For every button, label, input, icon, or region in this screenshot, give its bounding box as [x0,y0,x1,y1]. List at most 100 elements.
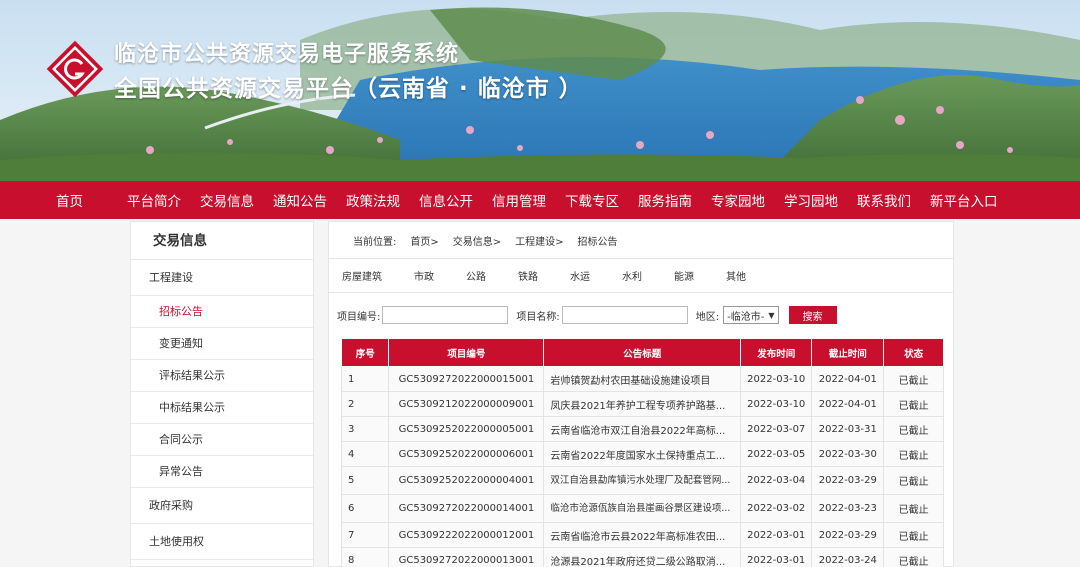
row-deadline: 2022-03-24 [811,547,885,567]
row-title[interactable]: 云南省临沧市云县2022年高标准农田... [543,522,742,548]
col-header-deadline: 截止时间 [811,338,885,367]
main-nav: 首页 平台简介 交易信息 通知公告 政策法规 信息公开 信用管理 下载专区 服务… [0,181,1080,219]
col-header-index: 序号 [340,338,390,367]
row-deadline: 2022-03-29 [811,466,885,495]
sidebar-item-engineering[interactable]: 工程建设 [131,260,313,296]
category-waterway[interactable]: 水运 [570,268,590,283]
row-publish-date: 2022-03-01 [740,547,813,567]
nav-contact[interactable]: 联系我们 [849,190,919,210]
category-water-conservancy[interactable]: 水利 [622,268,642,283]
search-button[interactable]: 搜索 [788,306,837,324]
row-deadline: 2022-03-31 [811,416,885,442]
nav-notices[interactable]: 通知公告 [265,190,335,210]
sidebar-item-procurement[interactable]: 政府采购 [131,488,313,524]
row-deadline: 2022-04-01 [811,391,885,417]
nav-service-guide[interactable]: 服务指南 [630,190,700,210]
breadcrumb-current: 招标公告 [577,236,618,248]
row-deadline: 2022-03-29 [811,522,885,548]
category-filter: 房屋建筑 市政 公路 铁路 水运 水利 能源 其他 [329,259,953,293]
nav-experts[interactable]: 专家园地 [703,190,773,210]
col-header-publish-date: 发布时间 [740,338,813,367]
category-building[interactable]: 房屋建筑 [342,268,382,283]
nav-about[interactable]: 平台简介 [119,190,189,210]
row-status: 已截止 [883,522,944,548]
table-row[interactable]: 2 GC5309212022000009001 凤庆县2021年养护工程专项养护… [340,391,944,417]
breadcrumb-trading-info[interactable]: 交易信息> [453,233,501,248]
table-row[interactable]: 1 GC5309272022000015001 岩帅镇贺勐村农田基础设施建设项目… [340,366,944,392]
row-publish-date: 2022-03-02 [740,494,813,523]
category-highway[interactable]: 公路 [466,268,486,283]
row-status: 已截止 [883,494,944,523]
sidebar-item-contract[interactable]: 合同公示 [131,424,313,456]
project-name-label: 项目名称: [516,311,560,323]
region-select-value: -临沧市- [727,311,765,323]
breadcrumb-engineering[interactable]: 工程建设> [515,233,563,248]
table-row[interactable]: 3 GC5309252022000005001 云南省临沧市双江自治县2022年… [340,416,944,442]
tender-table: 序号 项目编号 公告标题 发布时间 截止时间 状态 1 GC5309272022… [340,338,944,567]
row-title[interactable]: 沧源县2021年政府还贷二级公路取消... [543,547,742,567]
breadcrumb-home[interactable]: 首页> [410,233,438,248]
row-publish-date: 2022-03-04 [740,466,813,495]
nav-trading-info[interactable]: 交易信息 [192,190,262,210]
row-code: GC5309252022000006001 [388,441,545,467]
nav-learning[interactable]: 学习园地 [776,190,846,210]
row-title[interactable]: 岩帅镇贺勐村农田基础设施建设项目 [543,366,742,392]
project-name-input[interactable] [561,306,688,324]
nav-new-platform[interactable]: 新平台入口 [922,190,1006,210]
row-publish-date: 2022-03-07 [740,416,813,442]
sidebar-item-bid-evaluation[interactable]: 评标结果公示 [131,360,313,392]
row-title[interactable]: 凤庆县2021年养护工程专项养护路基... [543,391,742,417]
row-index: 5 [340,466,390,495]
sidebar-item-award-result[interactable]: 中标结果公示 [131,392,313,424]
category-other[interactable]: 其他 [726,268,746,283]
nav-policies[interactable]: 政策法规 [338,190,408,210]
row-title[interactable]: 云南省临沧市双江自治县2022年高标... [543,416,742,442]
row-publish-date: 2022-03-01 [740,522,813,548]
project-code-input[interactable] [382,306,509,324]
table-row[interactable]: 7 GC5309222022000012001 云南省临沧市云县2022年高标准… [340,522,944,548]
table-row[interactable]: 6 GC5309272022000014001 临沧市沧源佤族自治县崖画谷景区建… [340,494,944,523]
table-header-row: 序号 项目编号 公告标题 发布时间 截止时间 状态 [340,338,944,367]
category-railway[interactable]: 铁路 [518,268,538,283]
row-index: 8 [340,547,390,567]
sidebar-item-exception[interactable]: 异常公告 [131,456,313,488]
col-header-code: 项目编号 [388,338,545,367]
row-index: 3 [340,416,390,442]
category-municipal[interactable]: 市政 [414,268,434,283]
row-code: GC5309252022000005001 [388,416,545,442]
region-select[interactable]: -临沧市- ▼ [723,306,779,324]
row-title[interactable]: 临沧市沧源佤族自治县崖画谷景区建设项... [543,494,742,523]
row-title[interactable]: 云南省2022年度国家水土保持重点工... [543,441,742,467]
row-index: 7 [340,522,390,548]
nav-downloads[interactable]: 下载专区 [557,190,627,210]
row-status: 已截止 [883,366,944,392]
row-status: 已截止 [883,466,944,495]
row-publish-date: 2022-03-05 [740,441,813,467]
row-deadline: 2022-03-30 [811,441,885,467]
search-bar: 项目编号: 项目名称: 地区: -临沧市- ▼ 搜索 [329,304,955,326]
row-status: 已截止 [883,441,944,467]
sidebar: 交易信息 工程建设 招标公告 变更通知 评标结果公示 中标结果公示 合同公示 异… [130,221,314,567]
row-code: GC5309272022000015001 [388,366,545,392]
nav-home[interactable]: 首页 [48,190,91,210]
table-row[interactable]: 8 GC5309272022000013001 沧源县2021年政府还贷二级公路… [340,547,944,567]
nav-credit[interactable]: 信用管理 [484,190,554,210]
row-status: 已截止 [883,547,944,567]
sidebar-item-change-notice[interactable]: 变更通知 [131,328,313,360]
sidebar-item-tender-notice[interactable]: 招标公告 [131,296,313,328]
nav-disclosure[interactable]: 信息公开 [411,190,481,210]
table-row[interactable]: 5 GC5309252022000004001 双江自治县勐库镇污水处理厂及配套… [340,466,944,495]
row-index: 1 [340,366,390,392]
sidebar-item-land-use[interactable]: 土地使用权 [131,524,313,560]
row-title[interactable]: 双江自治县勐库镇污水处理厂及配套管网... [543,466,742,495]
category-energy[interactable]: 能源 [674,268,694,283]
breadcrumb-label: 当前位置: [353,236,397,248]
site-logo [46,40,104,98]
table-row[interactable]: 4 GC5309252022000006001 云南省2022年度国家水土保持重… [340,441,944,467]
row-deadline: 2022-04-01 [811,366,885,392]
row-publish-date: 2022-03-10 [740,366,813,392]
row-code: GC5309252022000004001 [388,466,545,495]
row-index: 6 [340,494,390,523]
site-subtitle: 全国公共资源交易平台（云南省 · 临沧市 ） [114,76,583,102]
row-status: 已截止 [883,416,944,442]
